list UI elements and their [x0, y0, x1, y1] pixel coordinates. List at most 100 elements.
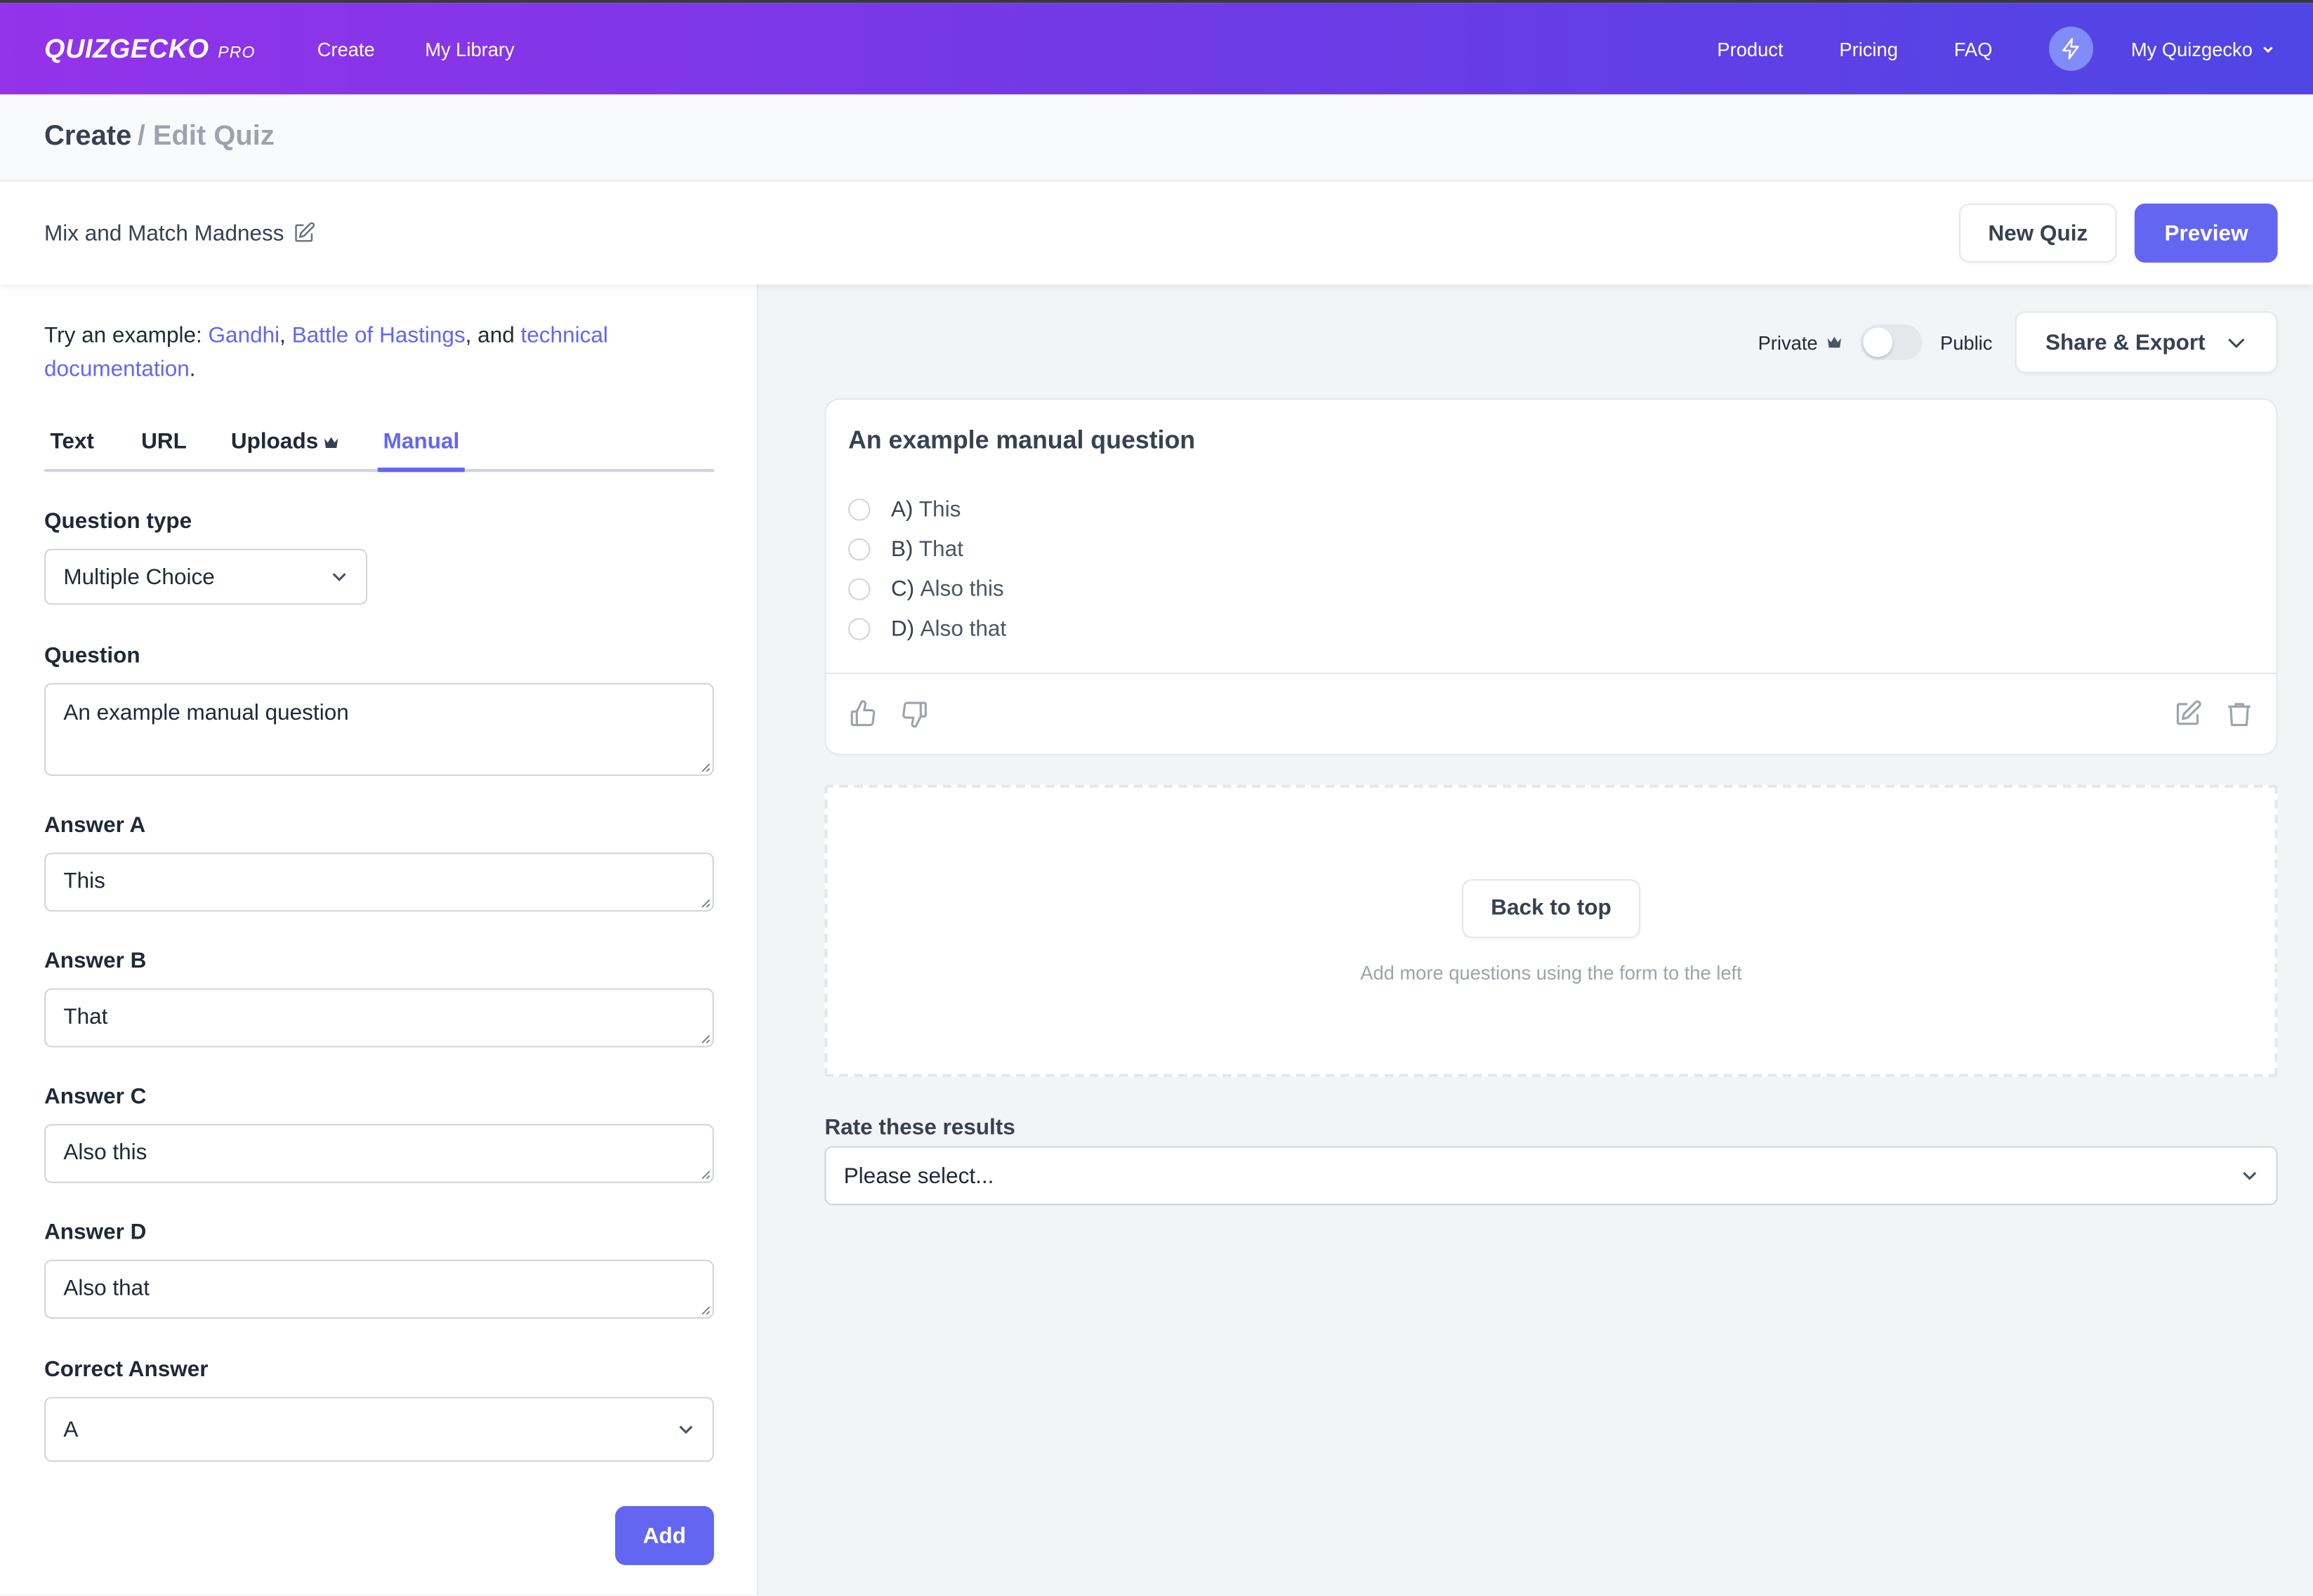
crown-icon [1828, 336, 1842, 348]
question-type-select[interactable]: Multiple Choice [44, 548, 368, 605]
question-value: An example manual question [63, 700, 349, 726]
visibility-toolbar: Private Public Share & Export [824, 311, 2278, 374]
answer-b-input[interactable]: That [44, 988, 714, 1048]
example-link-battle-of-hastings[interactable]: Battle of Hastings [292, 323, 466, 348]
correct-answer-select[interactable]: A [44, 1397, 714, 1462]
delete-question-button[interactable] [2225, 699, 2254, 729]
source-tabs: Text URL Uploads Manual [44, 429, 714, 473]
rate-results-select[interactable]: Please select... [824, 1146, 2278, 1206]
account-menu[interactable]: My Quizgecko [2131, 38, 2275, 60]
new-quiz-button[interactable]: New Quiz [1958, 203, 2118, 263]
share-export-button[interactable]: Share & Export [2014, 311, 2278, 374]
trash-icon [2228, 703, 2251, 727]
answer-c-value: Also this [63, 1140, 147, 1166]
toggle-knob [1863, 327, 1893, 357]
private-label-text: Private [1758, 331, 1818, 354]
preview-button[interactable]: Preview [2135, 203, 2278, 263]
quiz-preview-panel: Private Public Share & Export An example… [758, 284, 2313, 1595]
option-letter: A) [890, 496, 914, 522]
tab-url[interactable]: URL [136, 429, 193, 469]
answer-option: A) This [848, 489, 2254, 529]
nav-create[interactable]: Create [317, 38, 375, 60]
breadcrumb-edit-quiz: / Edit Quiz [137, 121, 275, 152]
option-text: That [918, 536, 963, 562]
answer-d-input[interactable]: Also that [44, 1260, 714, 1319]
add-more-hint: Add more questions using the form to the… [1360, 961, 1742, 984]
logo-pro-badge: PRO [218, 43, 256, 62]
option-text: Also this [920, 576, 1004, 602]
resize-grip-icon[interactable] [699, 761, 711, 773]
tab-manual[interactable]: Manual [377, 429, 466, 473]
chevron-down-icon [332, 573, 346, 581]
answer-radio[interactable] [848, 578, 871, 601]
answer-radio[interactable] [848, 618, 871, 640]
lightning-bolt-icon [2062, 38, 2078, 60]
upgrade-bolt-button[interactable] [2048, 26, 2093, 71]
resize-grip-icon[interactable] [699, 1304, 711, 1316]
question-card-title: An example manual question [848, 426, 1196, 455]
question-card-footer [826, 672, 2276, 754]
tab-uploads[interactable]: Uploads [225, 429, 345, 469]
example-link-gandhi[interactable]: Gandhi [209, 323, 280, 348]
back-to-top-button[interactable]: Back to top [1461, 878, 1641, 938]
answer-radio[interactable] [848, 499, 871, 521]
answer-option: B) That [848, 529, 2254, 569]
breadcrumb-create[interactable]: Create [44, 121, 131, 153]
question-type-value: Multiple Choice [63, 564, 215, 590]
edit-icon [2176, 700, 2201, 725]
resize-grip-icon[interactable] [699, 897, 711, 909]
option-letter: B) [890, 536, 914, 562]
nav-product[interactable]: Product [1717, 38, 1783, 60]
answer-radio[interactable] [848, 538, 871, 561]
resize-grip-icon[interactable] [699, 1168, 711, 1180]
option-letter: D) [890, 616, 915, 642]
option-text: This [918, 496, 961, 522]
crown-icon [324, 437, 338, 448]
private-label: Private [1758, 331, 1843, 354]
example-end: . [189, 357, 196, 383]
option-text: Also that [920, 616, 1007, 642]
nav-my-library[interactable]: My Library [425, 38, 514, 60]
example-prefix: Try an example: [44, 323, 209, 348]
visibility-toggle[interactable] [1860, 324, 1923, 360]
rate-results-label: Rate these results [824, 1115, 1015, 1140]
resize-grip-icon[interactable] [699, 1033, 711, 1045]
chevron-down-icon [679, 1425, 693, 1435]
share-export-label: Share & Export [2045, 329, 2206, 355]
edit-title-icon[interactable] [291, 221, 315, 245]
example-sep: , and [465, 323, 521, 348]
tab-uploads-label: Uploads [230, 429, 319, 455]
example-sep: , [279, 323, 292, 348]
edit-question-button[interactable] [2173, 699, 2202, 729]
answer-option: D) Also that [848, 609, 2254, 649]
answer-d-label: Answer D [44, 1220, 147, 1246]
example-text: Try an example: Gandhi, Battle of Hastin… [44, 319, 713, 387]
thumbs-up-button[interactable] [848, 699, 878, 729]
chevron-down-icon [2263, 46, 2273, 53]
nav-faq[interactable]: FAQ [1954, 38, 1993, 60]
quiz-header: Mix and Match Madness New Quiz Preview [0, 181, 2313, 285]
app-root: QUIZGECKO PRO Create My Library Product … [0, 0, 2313, 1596]
nav-pricing[interactable]: Pricing [1839, 38, 1898, 60]
question-label: Question [44, 642, 140, 668]
chevron-down-icon [2243, 1172, 2257, 1180]
thumbs-down-icon [902, 701, 927, 728]
chevron-down-icon [2228, 338, 2245, 348]
answer-d-value: Also that [63, 1276, 150, 1301]
question-card: An example manual question A) This B) Th… [824, 398, 2278, 756]
answer-option: C) Also this [848, 569, 2254, 609]
answer-a-label: Answer A [44, 812, 146, 838]
account-menu-label: My Quizgecko [2130, 37, 2253, 60]
breadcrumb: Create / Edit Quiz [0, 94, 2313, 182]
creation-form-panel: Try an example: Gandhi, Battle of Hastin… [0, 284, 758, 1595]
logo[interactable]: QUIZGECKO PRO [44, 33, 256, 64]
option-letter: C) [890, 576, 915, 602]
answer-c-input[interactable]: Also this [44, 1123, 714, 1183]
question-textarea[interactable]: An example manual question [44, 682, 714, 777]
thumbs-down-button[interactable] [900, 699, 929, 729]
answer-a-value: This [63, 869, 105, 895]
tab-text[interactable]: Text [44, 429, 100, 469]
answer-a-input[interactable]: This [44, 852, 714, 912]
add-question-button[interactable]: Add [614, 1505, 714, 1565]
public-label: Public [1939, 331, 1993, 354]
